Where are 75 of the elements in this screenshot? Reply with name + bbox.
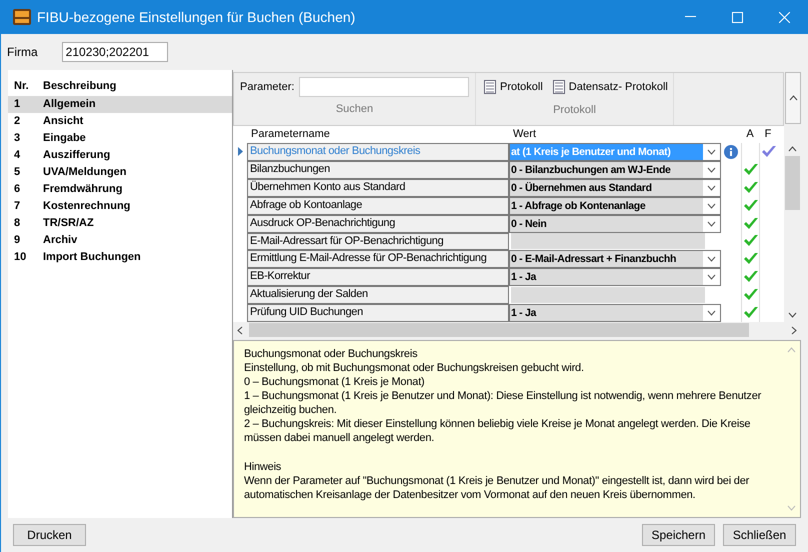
scroll-left-icon[interactable] — [237, 326, 243, 334]
chevron-down-icon — [707, 148, 716, 154]
value-dropdown[interactable]: 0 - E-Mail-Adressart + Finanzbuchh — [509, 250, 721, 268]
help-text: 0 – Buchungsmonat (1 Kreis je Monat) — [244, 375, 426, 389]
value-dropdown[interactable]: 0 - Nein — [509, 214, 721, 232]
horizontal-scrollbar[interactable] — [233, 322, 801, 338]
category-item[interactable]: 9 Archiv — [8, 232, 232, 249]
group-label: Suchen — [336, 102, 374, 117]
help-text: 1 – Buchungsmonat (1 Kreis je Benutzer und Monat): Diese Einstellung ist notwendig, wenn mehrere Benutzer gleichzeitig buchen. — [244, 389, 762, 417]
window-title: FIBU-bezogene Einstellungen für Buchen (Buchen) — [37, 8, 356, 27]
value-dropdown[interactable]: 1 - Ja — [509, 304, 721, 322]
value-dropdown[interactable]: 0 - Bilanzbuchungen am WJ-Ende — [509, 160, 721, 178]
group-label: Protokoll — [553, 102, 596, 118]
chevron-down-icon — [707, 274, 716, 280]
parameter-name[interactable]: Bilanzbuchungen — [247, 160, 509, 178]
parameter-search-field[interactable] — [299, 77, 469, 97]
category-item[interactable]: 7 Kostenrechnung — [8, 198, 232, 215]
help-text: Wenn der Parameter auf "Buchungsmonat (1 Kreis je Benutzer und Monat)" eingestellt ist, dann wird bei der automatischen Kreisanlage der Datenbesitzer vom Vormonat auf den neuen Kreis übernommen. — [244, 474, 750, 502]
parameter-name[interactable]: Prüfung UID Buchungen — [247, 304, 509, 322]
close-button[interactable]: Schließen — [723, 524, 796, 546]
protocol-button[interactable]: Datensatz- Protokoll — [552, 79, 668, 96]
chevron-down-icon — [707, 202, 716, 208]
scroll-thumb[interactable] — [249, 323, 749, 337]
column-header: Wert — [512, 127, 538, 142]
help-text: 2 – Buchungskreis: Mit dieser Einstellung können beliebig viele Kreise je Monat angelegt werden. Die Kreise müssen dabei manuell angelegt werden. — [244, 417, 752, 445]
firma-field[interactable]: 210230;202201 — [62, 42, 168, 62]
help-text: Hinweis — [244, 460, 282, 474]
firma-label: Firma — [7, 44, 38, 61]
chevron-down-icon — [707, 184, 716, 190]
parameter-name[interactable]: EB-Korrektur — [247, 268, 509, 286]
value-dropdown[interactable]: 1 - Abfrage ob Kontenanlage — [509, 196, 721, 214]
document-icon — [484, 80, 496, 94]
column-header: A — [745, 127, 755, 142]
category-item[interactable]: 2 Ansicht — [8, 113, 232, 130]
category-item[interactable]: 10 Import Buchungen — [8, 249, 232, 266]
column-header: Nr. — [13, 78, 30, 94]
chevron-down-icon — [707, 256, 716, 262]
category-item[interactable]: 6 Fremdwährung — [8, 181, 232, 198]
maximize-icon[interactable] — [732, 12, 743, 22]
help-text: Einstellung, ob mit Buchungsmonat oder Buchungskreisen gebucht wird. — [244, 361, 585, 375]
print-button[interactable]: Drucken — [13, 524, 86, 546]
category-item[interactable]: 8 TR/SR/AZ — [8, 215, 232, 232]
column-header: F — [764, 127, 772, 142]
document-icon — [552, 80, 565, 94]
save-button[interactable]: Speichern — [642, 524, 715, 546]
category-item[interactable]: 1 Allgemein — [8, 96, 232, 113]
parameter-label: Parameter: — [240, 80, 294, 95]
close-icon[interactable] — [779, 12, 790, 22]
help-text: Buchungsmonat oder Buchungskreis — [244, 347, 418, 361]
chevron-down-icon — [707, 166, 716, 172]
info-icon[interactable] — [724, 144, 738, 158]
category-item[interactable]: 3 Eingabe — [8, 130, 232, 147]
scroll-right-icon[interactable] — [791, 326, 797, 334]
protocol-button[interactable]: Protokoll — [484, 79, 543, 96]
column-header: Beschreibung — [43, 78, 116, 94]
scroll-thumb[interactable] — [785, 156, 800, 210]
parameter-name[interactable]: Abfrage ob Kontoanlage — [247, 196, 509, 214]
chevron-down-icon — [707, 220, 716, 226]
category-item[interactable]: 5 UVA/Meldungen — [8, 164, 232, 181]
parameter-name[interactable]: Übernehmen Konto aus Standard — [247, 178, 509, 196]
app-logo-icon — [13, 9, 31, 25]
scroll-down-icon[interactable] — [788, 312, 797, 318]
category-item[interactable]: 4 Auszifferung — [8, 147, 232, 164]
scroll-up-icon[interactable] — [788, 146, 797, 152]
value-dropdown[interactable]: 0 - Übernehmen aus Standard — [509, 178, 721, 196]
caret-up-icon — [788, 95, 798, 101]
chevron-down-icon — [707, 310, 716, 316]
parameter-name[interactable]: Ermittlung E-Mail-Adresse für OP-Benachrichtigung — [247, 250, 509, 268]
parameter-name[interactable]: Aktualisierung der Salden — [247, 286, 509, 304]
column-header: Parametername — [250, 127, 331, 142]
parameter-name[interactable]: Ausdruck OP-Benachrichtigung — [247, 214, 509, 232]
minimize-icon[interactable] — [685, 16, 696, 18]
parameter-name[interactable]: Buchungsmonat oder Buchungskreis — [247, 142, 509, 160]
value-dropdown[interactable]: 1 - Ja — [509, 268, 721, 286]
parameter-name[interactable]: E-Mail-Adressart für OP-Benachrichtigung — [247, 232, 509, 250]
